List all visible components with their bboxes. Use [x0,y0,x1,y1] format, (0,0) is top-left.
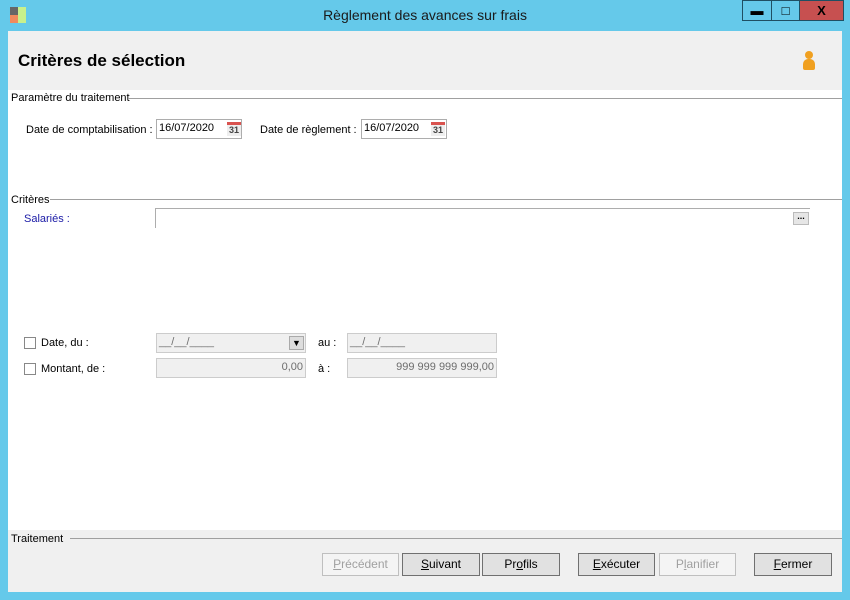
salaries-link[interactable]: Salariés : [24,213,70,225]
button-label-post: fils [523,557,538,571]
date-comptabilisation-value: 16/07/2020 [159,122,215,134]
montant-from-input[interactable]: 0,00 [156,358,306,378]
button-label-post: anifier [686,557,720,571]
chevron-down-icon[interactable]: ▼ [289,336,304,350]
divider [50,199,842,200]
date-label: Date, du : [41,337,89,349]
date-from-input[interactable]: __/__/____ [156,333,306,353]
calendar-icon[interactable]: 31 [431,122,445,136]
button-label-post: uivant [428,557,462,571]
button-label-key: o [516,557,523,571]
title-bar[interactable]: Règlement des avances sur frais ▬ □ X [0,0,850,31]
button-label-key: F [773,557,781,571]
montant-checkbox[interactable] [24,363,36,375]
date-reglement-label: Date de règlement : [260,124,357,136]
date-to-value: __/__/____ [350,336,406,348]
button-label-post: récédent [341,557,388,571]
profils-button[interactable]: Profils [482,553,560,576]
planifier-button[interactable]: Planifier [659,553,736,576]
montant-from-value: 0,00 [281,361,303,373]
montant-to-value: 999 999 999 999,00 [396,361,494,373]
date-comptabilisation-label: Date de comptabilisation : [26,124,153,136]
calendar-icon[interactable]: 31 [227,122,241,136]
montant-to-label: à : [318,363,331,375]
fermer-button[interactable]: Fermer [754,553,832,576]
executer-button[interactable]: Exécuter [578,553,655,576]
window-title: Règlement des avances sur frais [323,7,527,23]
maximize-button[interactable]: □ [771,0,800,21]
precedent-button[interactable]: Précédent [322,553,399,576]
group-traitement-label: Traitement [11,533,64,545]
page-title: Critères de sélection [18,51,186,70]
button-label-pre: Pr [504,557,517,571]
button-label-post: ermer [781,557,813,571]
montant-label: Montant, de : [41,363,106,375]
date-to-label: au : [318,337,337,349]
date-checkbox[interactable] [24,337,36,349]
divider [128,98,842,99]
group-parametres-label: Paramètre du traitement [11,92,130,104]
client-area: Critères de sélection Paramètre du trait… [8,31,842,592]
header: Critères de sélection [8,31,842,90]
ellipsis-button[interactable]: ... [793,212,809,225]
minimize-button[interactable]: ▬ [742,0,772,21]
date-reglement-value: 16/07/2020 [364,122,420,134]
date-from-value: __/__/____ [159,336,215,348]
button-label-key: S [420,557,429,571]
user-icon[interactable] [802,51,816,71]
montant-to-input[interactable]: 999 999 999 999,00 [347,358,497,378]
button-label-pre: P [675,557,684,571]
divider [70,538,842,539]
date-to-input[interactable]: __/__/____ [347,333,497,353]
group-criteres-label: Critères [11,194,50,206]
button-label-key: E [592,557,601,571]
salaries-input[interactable] [155,208,810,228]
suivant-button[interactable]: Suivant [402,553,480,576]
button-label-post: xécuter [600,557,641,571]
button-label-key: P [333,557,342,571]
close-button[interactable]: X [799,0,844,21]
